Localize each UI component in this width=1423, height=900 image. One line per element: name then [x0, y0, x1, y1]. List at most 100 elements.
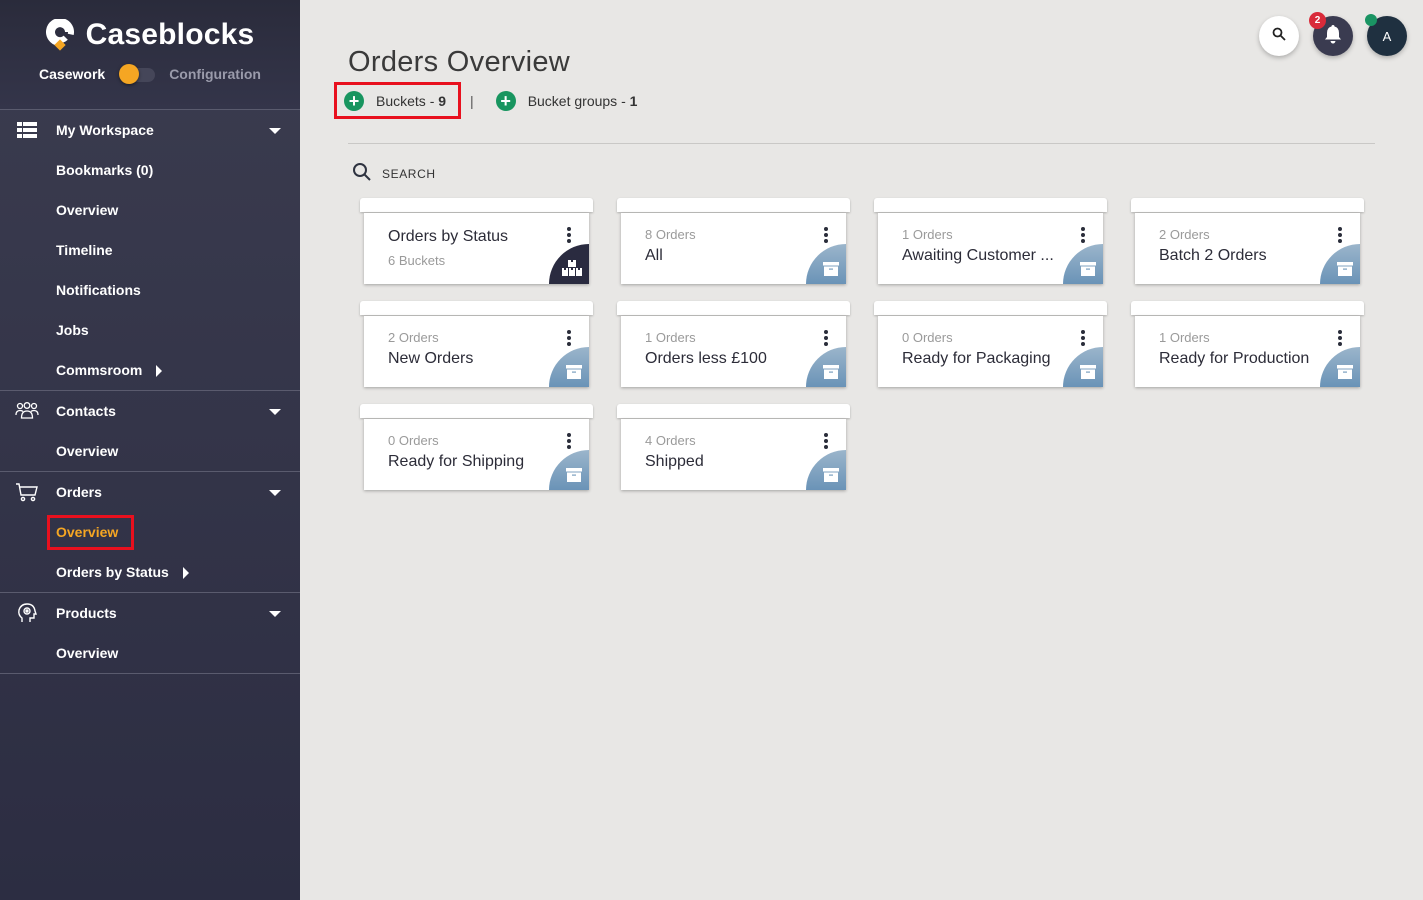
search-button[interactable]: SEARCH — [352, 162, 436, 185]
notification-badge: 2 — [1309, 12, 1326, 29]
nav-group-products: Products Overview — [0, 593, 300, 674]
sidebar-item-label: Overview — [56, 443, 119, 459]
more-options-icon[interactable] — [567, 330, 571, 346]
more-options-icon[interactable] — [567, 227, 571, 243]
card-tab — [617, 301, 850, 315]
more-options-icon[interactable] — [824, 433, 828, 449]
card-title: Shipped — [645, 453, 704, 470]
nav-head-contacts[interactable]: Contacts — [0, 391, 300, 431]
bucket-card[interactable]: 2 Orders Batch 2 Orders — [1131, 198, 1364, 284]
search-label: SEARCH — [382, 166, 436, 181]
chevron-down-icon[interactable] — [269, 490, 281, 496]
search-icon — [352, 162, 372, 185]
bucket-card[interactable]: 0 Orders Ready for Packaging — [874, 301, 1107, 387]
avatar-initial: A — [1382, 28, 1392, 44]
card-title: New Orders — [388, 350, 474, 367]
sidebar-item-contacts-overview[interactable]: Overview — [0, 431, 300, 471]
bucket-card[interactable]: 2 Orders New Orders — [360, 301, 593, 387]
sidebar-item-label: Notifications — [56, 282, 141, 298]
bucket-card[interactable]: 1 Orders Ready for Production — [1131, 301, 1364, 387]
sidebar-item-bookmarks[interactable]: Bookmarks (0) — [0, 150, 300, 190]
chevron-down-icon[interactable] — [269, 128, 281, 134]
card-title: Batch 2 Orders — [1159, 247, 1267, 264]
card-tab — [360, 404, 593, 418]
more-options-icon[interactable] — [1338, 330, 1342, 346]
card-tab — [617, 198, 850, 212]
bucket-card[interactable]: 1 Orders Orders less £100 — [617, 301, 850, 387]
head-gear-icon — [14, 603, 40, 623]
archive-box-icon — [1320, 347, 1360, 387]
sidebar-item-label-wrap: Orders by Status — [56, 564, 189, 580]
bucket-groups-count: 1 — [629, 93, 638, 109]
bucket-card[interactable]: 0 Orders Ready for Shipping — [360, 404, 593, 490]
nav-head-label: My Workspace — [56, 122, 154, 138]
card-tab — [1131, 301, 1364, 315]
card-title: Orders less £100 — [645, 350, 767, 367]
nav-head-products[interactable]: Products — [0, 593, 300, 633]
sidebar-item-notifications[interactable]: Notifications — [0, 270, 300, 310]
sidebar-item-orders-overview[interactable]: Overview — [0, 512, 300, 552]
mode-toggle[interactable] — [119, 64, 156, 84]
card-tab — [360, 301, 593, 315]
sidebar-item-label: Bookmarks (0) — [56, 162, 154, 178]
user-avatar-button[interactable]: A — [1365, 14, 1407, 56]
sidebar-item-orders-by-status[interactable]: Orders by Status — [0, 552, 300, 592]
more-options-icon[interactable] — [1338, 227, 1342, 243]
archive-box-icon — [806, 450, 846, 490]
more-options-icon[interactable] — [824, 330, 828, 346]
bucket-group-card[interactable]: 6 Buckets Orders by Status — [360, 198, 593, 284]
card-title: Awaiting Customer ... — [902, 247, 1054, 264]
sidebar-item-overview[interactable]: Overview — [0, 190, 300, 230]
card-subtitle: 2 Orders — [388, 330, 439, 345]
chevron-down-icon[interactable] — [269, 611, 281, 617]
more-options-icon[interactable] — [567, 433, 571, 449]
card-body: 0 Orders Ready for Shipping — [364, 419, 589, 490]
more-options-icon[interactable] — [1081, 227, 1085, 243]
card-title: Ready for Packaging — [902, 350, 1051, 367]
sidebar-item-timeline[interactable]: Timeline — [0, 230, 300, 270]
card-tab — [874, 198, 1107, 212]
add-bucket-button[interactable]: + Buckets - 9 — [334, 82, 461, 119]
mode-casework-label[interactable]: Casework — [39, 66, 105, 82]
global-search-button[interactable] — [1259, 16, 1299, 56]
card-subtitle: 4 Orders — [645, 433, 696, 448]
archive-box-icon — [806, 347, 846, 387]
card-subtitle: 0 Orders — [902, 330, 953, 345]
nav-group-my-workspace: My Workspace Bookmarks (0) Overview Time… — [0, 110, 300, 391]
nav-head-label: Orders — [56, 484, 102, 500]
people-icon — [14, 401, 40, 421]
sidebar: Caseblocks Casework Configuration My Wor… — [0, 0, 300, 900]
sidebar-item-jobs[interactable]: Jobs — [0, 310, 300, 350]
mode-switch: Casework Configuration — [0, 64, 300, 84]
nav-head-my-workspace[interactable]: My Workspace — [0, 110, 300, 150]
more-options-icon[interactable] — [824, 227, 828, 243]
bucket-card[interactable]: 8 Orders All — [617, 198, 850, 284]
card-body: 6 Buckets Orders by Status — [364, 213, 589, 284]
add-bucket-group-button[interactable]: + Bucket groups - 1 — [495, 90, 638, 112]
archive-box-icon — [1320, 244, 1360, 284]
chevron-right-icon[interactable] — [182, 567, 189, 580]
bucket-card[interactable]: 4 Orders Shipped — [617, 404, 850, 490]
counts-bar: + Buckets - 9 | + Bucket groups - 1 — [334, 82, 638, 119]
sidebar-item-label: Timeline — [56, 242, 113, 258]
nav-group-orders: Orders Overview Orders by Status — [0, 472, 300, 593]
more-options-icon[interactable] — [1081, 330, 1085, 346]
sidebar-item-label: Commsroom — [56, 362, 143, 378]
separator: | — [470, 93, 474, 109]
sidebar-item-commsroom[interactable]: Commsroom — [0, 350, 300, 390]
highlight-outline — [334, 82, 461, 119]
card-subtitle: 1 Orders — [1159, 330, 1210, 345]
brand[interactable]: Caseblocks — [0, 18, 300, 52]
plus-circle-icon: + — [495, 91, 516, 111]
sidebar-item-products-overview[interactable]: Overview — [0, 633, 300, 673]
sidebar-item-label: Overview — [56, 645, 119, 661]
chevron-right-icon[interactable] — [156, 365, 163, 378]
card-title: All — [645, 247, 663, 264]
chevron-down-icon[interactable] — [269, 409, 281, 415]
mode-configuration-label[interactable]: Configuration — [169, 66, 261, 82]
bucket-card[interactable]: 1 Orders Awaiting Customer ... — [874, 198, 1107, 284]
notifications-button[interactable]: 2 — [1309, 12, 1353, 56]
bucket-groups-count-text: Bucket groups - 1 — [528, 93, 638, 109]
page-title: Orders Overview — [348, 46, 571, 78]
nav-head-orders[interactable]: Orders — [0, 472, 300, 512]
